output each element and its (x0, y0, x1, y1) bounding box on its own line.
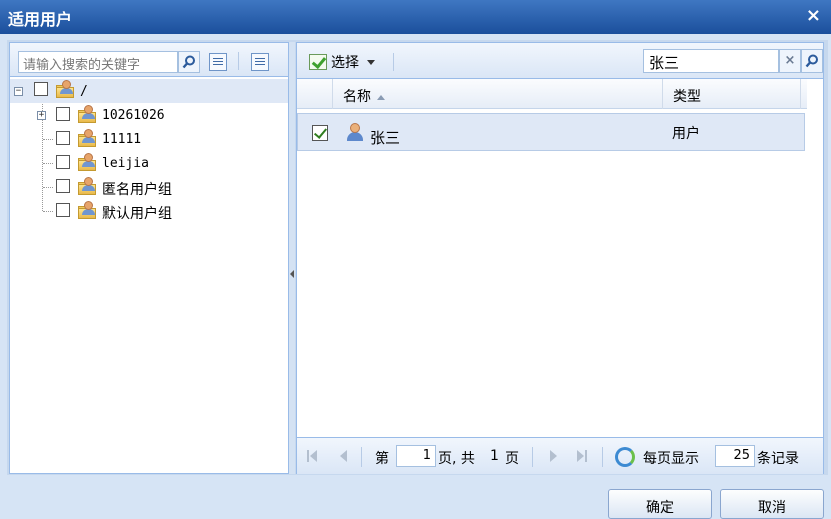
ok-button[interactable]: 确定 (608, 489, 712, 519)
row-checkbox[interactable] (312, 125, 328, 141)
records-label: 条记录 (757, 451, 799, 467)
tree-node-default-group[interactable]: 默认用户组 (10, 199, 288, 223)
select-column-header (297, 79, 333, 109)
dialog-title: 适用用户 (8, 10, 73, 29)
next-page-icon[interactable] (550, 450, 557, 462)
refresh-icon[interactable] (615, 447, 635, 467)
expand-all-icon[interactable] (209, 53, 227, 71)
tree-node-leijia[interactable]: leijia (10, 151, 288, 175)
per-page-input[interactable]: 25 (715, 445, 755, 467)
tree-search-button[interactable] (178, 51, 200, 73)
tree-node-root[interactable]: − / (10, 79, 288, 103)
tree-node-label: leijia (102, 156, 149, 171)
tree-node-label: 10261026 (102, 108, 165, 123)
select-button-label: 选择 (331, 55, 359, 71)
expand-icon[interactable]: + (37, 111, 46, 120)
search-icon (182, 55, 195, 69)
user-group-folder-icon (78, 177, 96, 195)
tree-node-checkbox[interactable] (56, 203, 70, 217)
tree-guide-line (43, 139, 53, 140)
page-suffix: 页 (505, 451, 519, 467)
tree-guide-line (43, 163, 53, 164)
tree-node-10261026[interactable]: + 10261026 (10, 103, 288, 127)
user-group-folder-icon (78, 129, 96, 147)
prev-page-icon[interactable] (340, 450, 347, 462)
first-page-icon[interactable] (310, 450, 317, 462)
per-page-label: 每页显示 (643, 451, 699, 467)
group-tree-panel: 请输入搜索的关键字 − / + 10261026 11111 leijia 匿名… (9, 42, 289, 474)
name-column-header[interactable]: 名称 (333, 79, 663, 109)
tree-node-checkbox[interactable] (56, 131, 70, 145)
pager-separator (361, 447, 362, 467)
dialog-window: 适用用户 × 请输入搜索的关键字 − / + 10261026 11111 le… (0, 0, 831, 519)
tree-node-checkbox[interactable] (56, 179, 70, 193)
total-pages: 1 (490, 448, 499, 464)
pager-separator (602, 447, 603, 467)
name-column-label: 名称 (343, 89, 371, 105)
cancel-button[interactable]: 取消 (720, 489, 824, 519)
tree-node-checkbox[interactable] (56, 155, 70, 169)
type-column-header[interactable]: 类型 (663, 79, 801, 109)
user-group-folder-icon (56, 80, 74, 98)
user-list-panel: 选择 张三 × 名称 类型 张三 用户 第 1 页, 共 1 页 每页显示 25… (296, 42, 824, 474)
page-prefix: 第 (375, 451, 389, 467)
checkmark-icon (309, 54, 327, 70)
tree-node-anonymous-group[interactable]: 匿名用户组 (10, 175, 288, 199)
title-bar: 适用用户 × (0, 0, 831, 34)
sort-asc-icon (377, 94, 385, 100)
page-number-input[interactable]: 1 (396, 445, 436, 467)
tree-node-label: 默认用户组 (102, 206, 172, 222)
user-name-cell: 张三 (370, 129, 401, 147)
user-search-input[interactable]: 张三 (643, 49, 779, 73)
user-group-folder-icon (78, 153, 96, 171)
tree-guide-line (43, 187, 53, 188)
last-page-bar (585, 450, 587, 462)
toolbar-separator (238, 52, 239, 70)
tree-node-label: / (80, 84, 88, 99)
user-group-folder-icon (78, 105, 96, 123)
clear-search-icon[interactable]: × (779, 49, 801, 73)
tree-toolbar: 请输入搜索的关键字 (10, 43, 288, 77)
user-group-folder-icon (78, 201, 96, 219)
pagination-bar: 第 1 页, 共 1 页 每页显示 25 条记录 (297, 437, 823, 474)
select-button[interactable]: 选择 (309, 51, 375, 73)
collapse-icon[interactable]: − (14, 87, 23, 96)
tree-guide-line (43, 211, 53, 212)
pager-separator (532, 447, 533, 467)
user-icon (346, 123, 364, 141)
page-mid-label: 页, 共 (438, 451, 475, 467)
first-page-bar (307, 450, 309, 462)
grid-header: 名称 类型 (297, 79, 807, 109)
table-row[interactable]: 张三 用户 (297, 113, 805, 151)
tree-node-checkbox[interactable] (34, 82, 48, 96)
group-tree: − / + 10261026 11111 leijia 匿名用户组 默认用户组 (10, 77, 288, 223)
dialog-body: 请输入搜索的关键字 − / + 10261026 11111 leijia 匿名… (7, 40, 828, 475)
type-column-label: 类型 (673, 89, 701, 105)
tree-node-label: 匿名用户组 (102, 182, 172, 198)
collapse-all-icon[interactable] (251, 53, 269, 71)
panel-splitter[interactable] (289, 42, 295, 474)
tree-node-11111[interactable]: 11111 (10, 127, 288, 151)
user-type-cell: 用户 (672, 126, 700, 142)
tree-node-checkbox[interactable] (56, 107, 70, 121)
tree-search-input[interactable]: 请输入搜索的关键字 (18, 51, 178, 73)
last-page-icon[interactable] (577, 450, 584, 462)
list-toolbar: 选择 张三 × (297, 43, 823, 79)
user-search-button[interactable] (801, 49, 823, 73)
tree-node-label: 11111 (102, 132, 142, 147)
close-icon[interactable]: × (806, 5, 821, 26)
chevron-down-icon (367, 59, 375, 65)
toolbar-separator (393, 53, 394, 71)
search-icon (805, 54, 818, 68)
